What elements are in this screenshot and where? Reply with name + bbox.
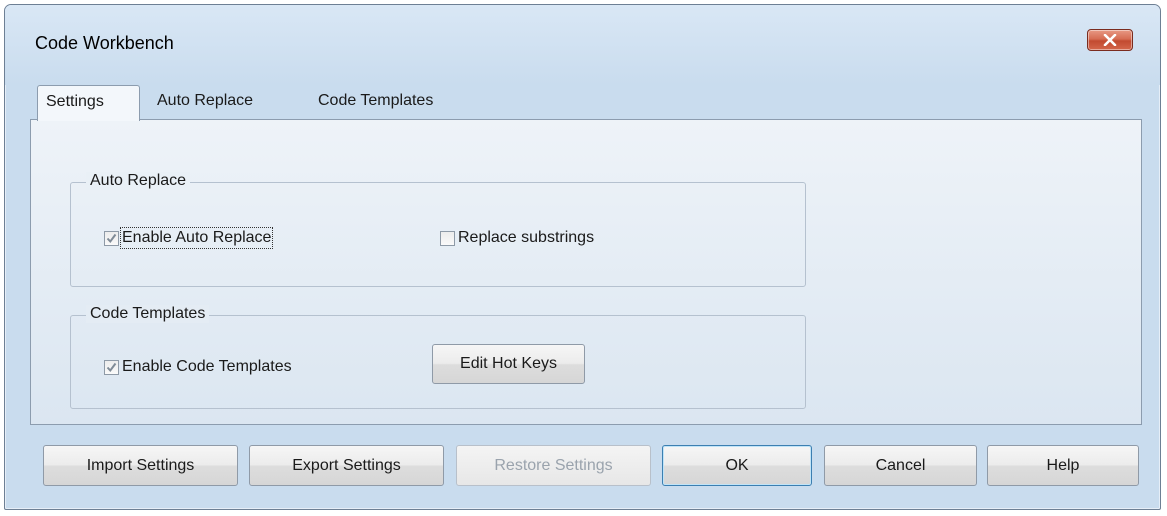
auto-replace-group-label: Auto Replace	[86, 172, 191, 190]
tab-auto-replace[interactable]: Auto Replace	[149, 85, 261, 119]
enable-code-templates-label: Enable Code Templates	[122, 358, 292, 375]
enable-auto-replace-option[interactable]: Enable Auto Replace	[104, 227, 274, 249]
cancel-button[interactable]: Cancel	[824, 445, 977, 486]
tab-settings[interactable]: Settings	[37, 85, 140, 121]
code-templates-group-label: Code Templates	[86, 305, 210, 323]
ok-button[interactable]: OK	[662, 445, 812, 486]
checkmark-icon	[106, 362, 117, 372]
replace-substrings-label: Replace substrings	[458, 229, 595, 246]
close-button[interactable]	[1087, 29, 1133, 51]
checkmark-icon	[106, 233, 117, 243]
import-settings-button[interactable]: Import Settings	[43, 445, 238, 486]
enable-code-templates-option[interactable]: Enable Code Templates	[104, 356, 292, 378]
export-settings-button[interactable]: Export Settings	[249, 445, 444, 486]
enable-auto-replace-checkbox[interactable]	[104, 230, 119, 246]
replace-substrings-checkbox[interactable]	[440, 230, 455, 246]
window-title: Code Workbench	[35, 33, 174, 53]
close-icon	[1103, 34, 1117, 46]
replace-substrings-option[interactable]: Replace substrings	[440, 227, 594, 249]
edit-hot-keys-button[interactable]: Edit Hot Keys	[432, 344, 585, 384]
help-button[interactable]: Help	[987, 445, 1139, 486]
tab-code-templates[interactable]: Code Templates	[310, 85, 441, 119]
title-bar[interactable]: Code Workbench	[5, 5, 1160, 85]
enable-auto-replace-label: Enable Auto Replace	[119, 227, 274, 249]
enable-code-templates-checkbox[interactable]	[104, 359, 119, 375]
restore-settings-button: Restore Settings	[456, 445, 651, 486]
